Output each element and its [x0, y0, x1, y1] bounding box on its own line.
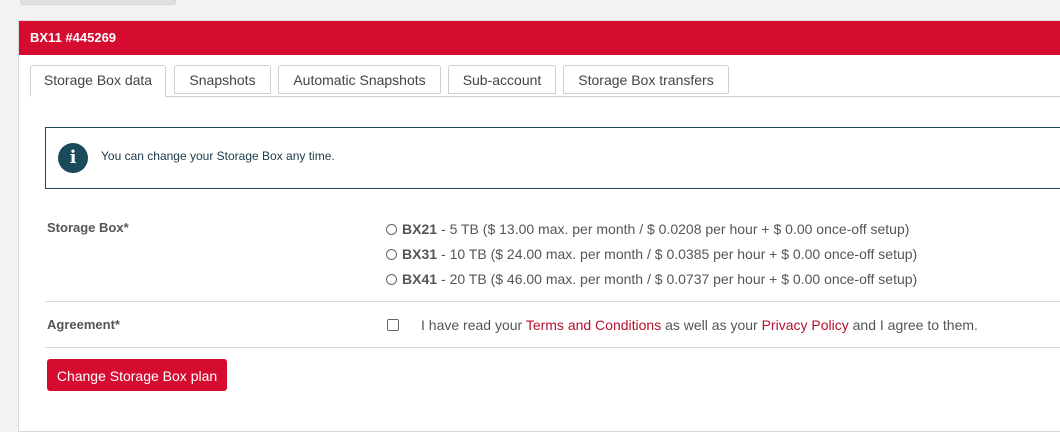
option-name: BX41 [402, 271, 438, 287]
storage-box-panel: BX11 #445269 Storage Box data Snapshots … [18, 20, 1060, 432]
agreement-label: Agreement* [47, 317, 120, 332]
option-details: - 5 TB ($ 13.00 max. per month / $ 0.020… [441, 221, 910, 237]
option-details: - 20 TB ($ 46.00 max. per month / $ 0.07… [441, 271, 918, 287]
tab-bar: Storage Box data Snapshots Automatic Sna… [30, 65, 1060, 97]
agreement-text-middle: as well as your [661, 317, 762, 333]
option-bx41[interactable]: BX41 - 20 TB ($ 46.00 max. per month / $… [386, 271, 917, 287]
privacy-link[interactable]: Privacy Policy [762, 317, 849, 333]
info-icon: i [58, 143, 88, 173]
agreement-checkbox[interactable] [387, 319, 399, 331]
option-bx21[interactable]: BX21 - 5 TB ($ 13.00 max. per month / $ … [386, 221, 909, 237]
info-text: You can change your Storage Box any time… [101, 149, 335, 163]
panel-title: BX11 #445269 [19, 21, 1060, 55]
divider [45, 347, 1060, 348]
info-alert: i You can change your Storage Box any ti… [45, 127, 1060, 189]
option-bx31[interactable]: BX31 - 10 TB ($ 24.00 max. per month / $… [386, 246, 917, 262]
agreement-text-before: I have read your [421, 317, 526, 333]
tab-snapshots[interactable]: Snapshots [174, 65, 271, 94]
top-collapsed-tab[interactable] [20, 0, 176, 5]
divider [45, 301, 1060, 302]
tab-automatic-snapshots[interactable]: Automatic Snapshots [278, 65, 441, 94]
option-name: BX21 [402, 221, 438, 237]
option-name: BX31 [402, 246, 438, 262]
tab-storage-box-data[interactable]: Storage Box data [30, 65, 166, 97]
radio-bx31[interactable] [386, 248, 397, 260]
option-details: - 10 TB ($ 24.00 max. per month / $ 0.03… [441, 246, 918, 262]
storage-box-label: Storage Box* [47, 220, 129, 235]
radio-bx21[interactable] [386, 223, 397, 235]
tab-sub-account[interactable]: Sub-account [448, 65, 556, 94]
agreement-text: I have read your Terms and Conditions as… [421, 317, 978, 333]
agreement-text-after: and I agree to them. [848, 317, 978, 333]
tab-storage-box-transfers[interactable]: Storage Box transfers [563, 65, 729, 94]
terms-link[interactable]: Terms and Conditions [526, 317, 661, 333]
change-plan-button[interactable]: Change Storage Box plan [47, 359, 227, 391]
radio-bx41[interactable] [386, 273, 397, 285]
